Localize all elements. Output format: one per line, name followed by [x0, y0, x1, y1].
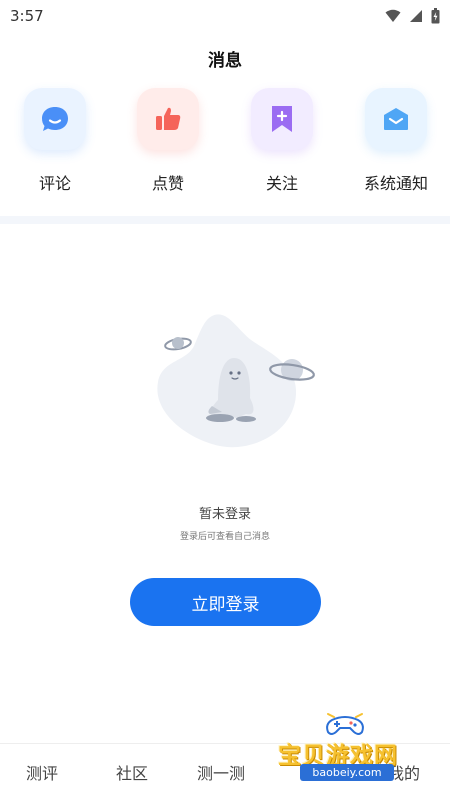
status-icons [385, 8, 440, 24]
comment-icon-tile [24, 88, 86, 150]
like-icon-tile [137, 88, 199, 150]
nav-item-community[interactable]: 社区 [116, 760, 148, 784]
category-comments[interactable]: 评论 [5, 88, 105, 200]
status-bar: 3:57 [0, 0, 450, 32]
watermark-url: baobeiy.com [300, 764, 394, 781]
empty-state-title: 暂未登录 [198, 507, 251, 522]
empty-state-subtitle: 登录后可查看自己消息 [179, 532, 270, 542]
category-label: 评论 [38, 174, 71, 193]
category-label: 点赞 [151, 174, 184, 193]
login-button[interactable]: 立即登录 [130, 578, 321, 626]
ghost-illustration [157, 314, 315, 448]
nav-item-reviews[interactable]: 测评 [26, 760, 58, 784]
wifi-icon [385, 9, 401, 22]
cell-signal-icon [410, 10, 422, 22]
envelope-icon [384, 108, 408, 130]
category-label: 关注 [265, 174, 298, 193]
follow-icon-tile [251, 88, 313, 150]
site-watermark: 宝贝游戏网 baobeiy.com [276, 706, 448, 800]
messages-screen: 3:57 消息 评论 点赞 关注 系统通知 暂未登录 登录后可查看自己消息 立即… [0, 0, 450, 800]
message-category-row: 评论 点赞 关注 系统通知 [0, 88, 450, 200]
category-system-notices[interactable]: 系统通知 [346, 88, 446, 200]
status-time: 3:57 [10, 7, 44, 25]
thumbs-up-icon [156, 107, 181, 130]
section-divider [0, 216, 450, 224]
bookmark-plus-icon [272, 106, 292, 132]
nav-item-quiz[interactable]: 测一测 [197, 760, 245, 784]
category-follows[interactable]: 关注 [232, 88, 332, 200]
notice-icon-tile [365, 88, 427, 150]
page-title: 消息 [208, 51, 242, 71]
category-label: 系统通知 [363, 174, 428, 193]
category-likes[interactable]: 点赞 [118, 88, 218, 200]
chat-bubble-icon [42, 107, 68, 131]
battery-icon [431, 8, 440, 24]
gamepad-icon [326, 713, 364, 735]
